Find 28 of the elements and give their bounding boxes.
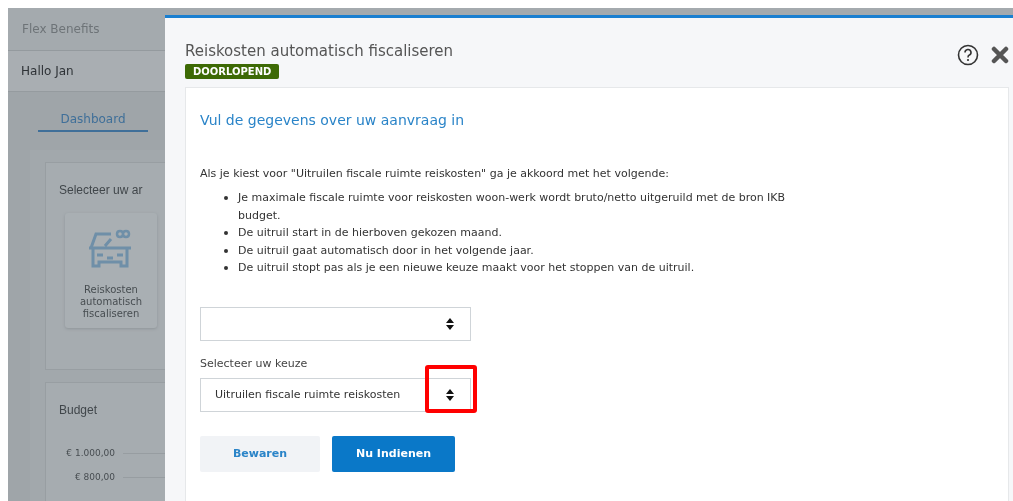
tile-label: Reiskosten automatisch fiscaliseren bbox=[78, 284, 144, 320]
bullet-item: De uitruil start in de hierboven gekozen maand. bbox=[238, 225, 502, 241]
bullet-item: Je maximale fiscale ruimte voor reiskosten woon-werk wordt bruto/netto uitgeruild met de bron IKB budget. bbox=[238, 190, 787, 224]
save-button[interactable]: Bewaren bbox=[200, 435, 320, 472]
bullet-item: De uitruil gaat automatisch door in het volgende jaar. bbox=[238, 242, 534, 259]
select-field[interactable]: Uitruilen fiscale ruimte reiskosten bbox=[200, 377, 471, 412]
help-icon[interactable] bbox=[957, 44, 979, 66]
select-label: Selecteer uw keuze bbox=[200, 356, 309, 370]
close-icon[interactable] bbox=[991, 46, 1009, 64]
dashboard-tab[interactable]: Dashboard bbox=[38, 112, 148, 132]
bullet-item: De uitruil stopt pas als je een nieuwe keuze maakt voor het stoppen van de uitruil. bbox=[238, 260, 695, 276]
submit-button[interactable]: Nu Indienen bbox=[332, 435, 455, 472]
bullet-dot bbox=[224, 248, 228, 253]
bullet-dot bbox=[224, 231, 228, 235]
select-field[interactable] bbox=[200, 306, 471, 341]
benefit-tile[interactable]: Reiskosten automatisch fiscaliseren bbox=[65, 213, 157, 328]
card-title: Budget bbox=[59, 403, 99, 417]
dialog-title: Reiskosten automatisch fiscaliseren bbox=[185, 42, 454, 60]
bullet-dot bbox=[224, 266, 228, 270]
axis-label: € 1.000,00 bbox=[65, 448, 115, 458]
axis-label: € 800,00 bbox=[73, 472, 115, 482]
sort-arrows-icon bbox=[446, 388, 454, 401]
sort-arrows-icon bbox=[446, 317, 454, 330]
status-badge: DOORLOPEND bbox=[185, 64, 280, 79]
bullet-dot bbox=[224, 196, 228, 200]
form-heading: Vul de gegevens over uw aanvraag in bbox=[200, 112, 466, 128]
greeting-text: Hallo Jan bbox=[21, 64, 74, 78]
intro-text: Als je kiest voor "Uitruilen fiscale ruimte reiskosten" ga je akkoord met het volgende: bbox=[200, 167, 670, 180]
